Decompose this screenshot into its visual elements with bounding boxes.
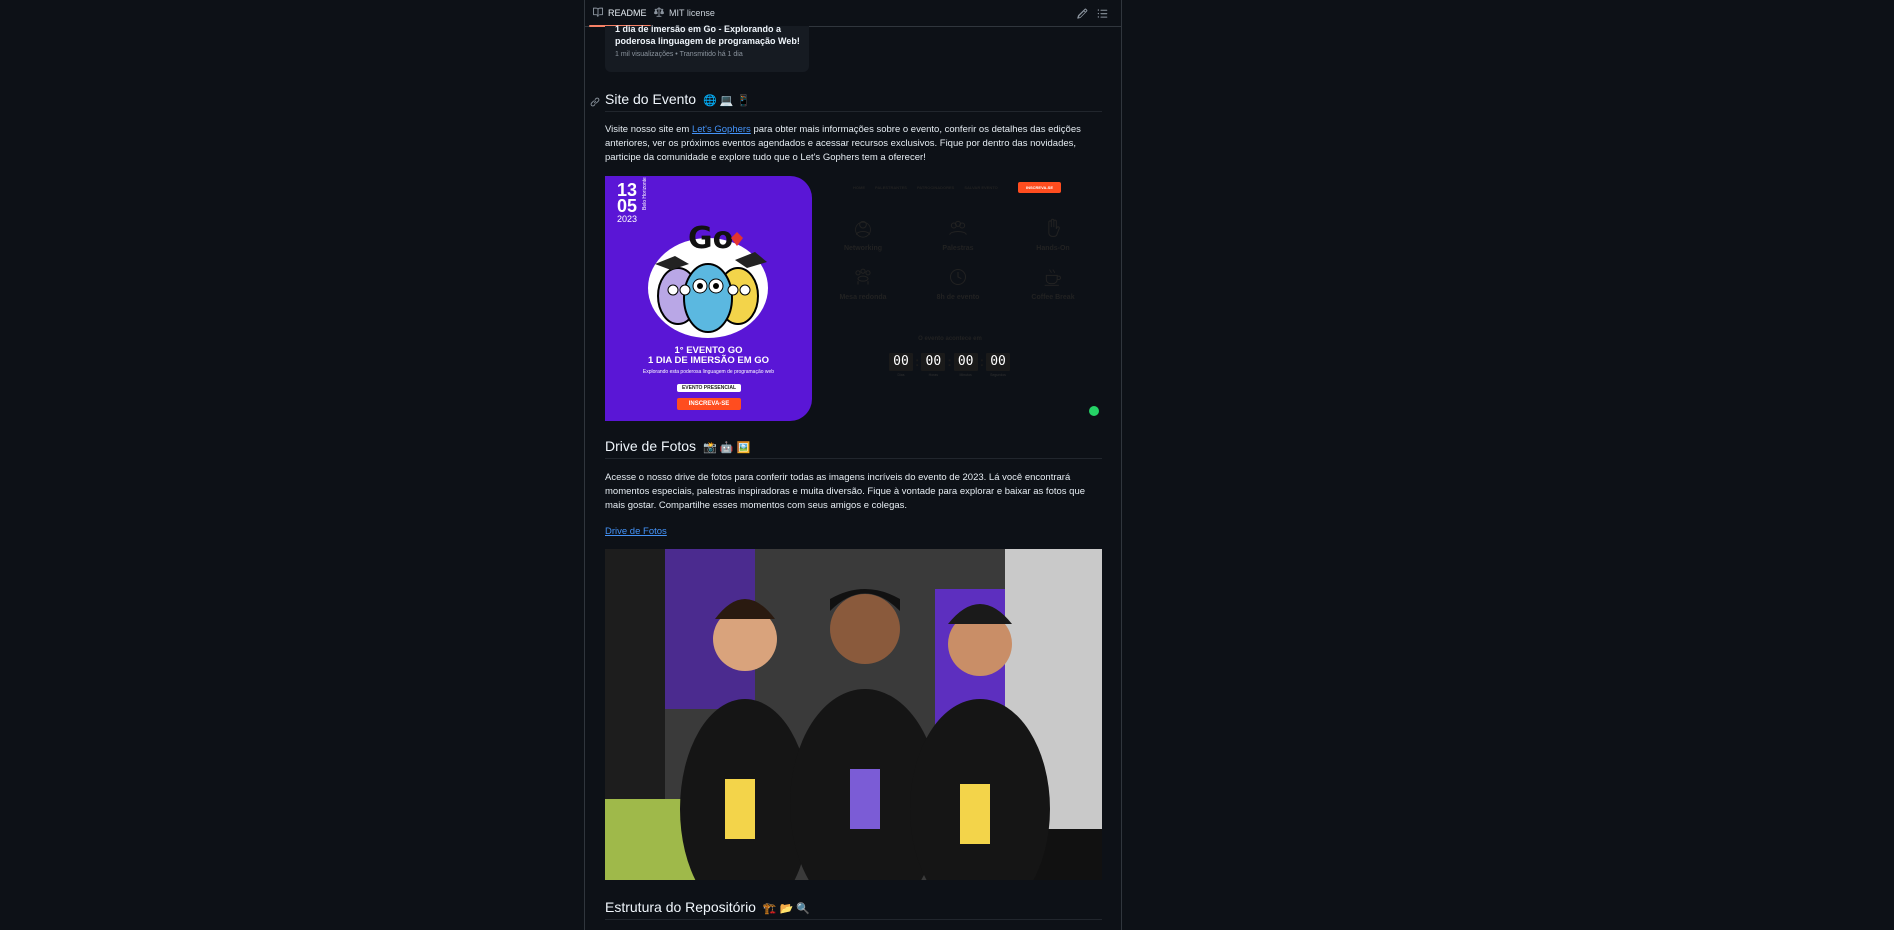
drive-link-paragraph: Drive de Fotos [605, 525, 1102, 539]
networking-icon [855, 220, 871, 238]
tab-license-label: MIT license [669, 8, 715, 18]
coffee-icon [1044, 269, 1061, 286]
banner-event-title: 1° EVENTO GO 1 DIA DE IMERSÃO EM GO [605, 346, 812, 366]
countdown-hours: 00 Horas [921, 353, 946, 377]
banner-nav-item: SALVAR EVENTO [964, 185, 998, 190]
repo-heading: Estrutura do Repositório 🏗️ 📂 🔍 [605, 899, 1102, 920]
video-title[interactable]: 1 dia de imersão em Go - Explorando a po… [615, 23, 805, 47]
feature-palestras: Palestras [923, 218, 993, 252]
anchor-link-icon[interactable] [590, 94, 600, 107]
countdown-label: Horas [928, 373, 939, 377]
law-icon [653, 7, 665, 19]
svg-text:Go: Go [688, 221, 733, 256]
countdown-label: Dias [897, 373, 905, 377]
whatsapp-icon [1089, 406, 1099, 416]
banner-date: 13 05 2023 [617, 181, 638, 224]
banner-event-line2: 1 DIA DE IMERSÃO EM GO [647, 355, 770, 366]
book-icon [593, 7, 603, 19]
site-heading-emojis: 🌐 💻 📱 [702, 94, 751, 107]
countdown-label: Segundos [990, 373, 1006, 377]
countdown-days: 00 Dias [889, 353, 913, 377]
countdown-digit: 00 [889, 353, 913, 371]
countdown-separator: : [979, 354, 985, 369]
feature-label: Palestras [942, 245, 974, 252]
banner-nav-item: PATROCINADORES [916, 185, 955, 190]
banner-presencial-badge: EVENTO PRESENCIAL [677, 384, 741, 392]
gopher-mascots-illustration: Go [648, 221, 768, 338]
drive-de-fotos-link[interactable]: Drive de Fotos [605, 526, 667, 537]
feature-hands-on: Hands-On [1018, 218, 1088, 252]
countdown-label: Minutos [959, 373, 972, 377]
repo-heading-text: Estrutura do Repositório [605, 899, 756, 915]
site-text-before: Visite nosso site em [605, 124, 692, 135]
countdown: 00 Dias : 00 Horas : 00 Minutos : 00 Seg… [889, 353, 1011, 377]
feature-coffee-break: Coffee Break [1018, 267, 1088, 301]
countdown-title: O evento acontece em [918, 336, 982, 342]
event-banner-image: 13 05 2023 Belo Horizonte Go 1° EVENTO G… [605, 176, 1102, 421]
banner-month: 05 [617, 196, 638, 216]
banner-nav-cta: INSCREVA-SE [1017, 182, 1061, 193]
event-group-photo [605, 549, 1102, 880]
countdown-minutes: 00 Minutos [953, 353, 978, 377]
feature-label: 8h de evento [936, 294, 980, 301]
countdown-digit: 00 [921, 353, 946, 371]
drive-heading-emojis: 📸 🤖 🖼️ [702, 441, 751, 454]
drive-heading: Drive de Fotos 📸 🤖 🖼️ [605, 438, 1102, 459]
banner-site-nav: HOME PALESTRANTES PATROCINADORES SALVAR … [805, 182, 1095, 193]
feature-label: Hands-On [1036, 245, 1070, 252]
clock-icon [950, 269, 966, 285]
countdown-digit: 00 [953, 353, 978, 371]
feature-networking: Networking [828, 218, 898, 252]
feature-label: Networking [843, 245, 883, 252]
feature-label: Coffee Break [1031, 294, 1075, 301]
hand-icon [1048, 218, 1060, 237]
banner-nav-item: HOME [853, 185, 865, 190]
banner-signup-button: INSCREVA-SE [677, 398, 741, 410]
video-meta: 1 mil visualizações • Transmitido há 1 d… [615, 51, 743, 58]
countdown-seconds: 00 Segundos [986, 353, 1011, 377]
video-card[interactable]: 1 dia de imersão em Go - Explorando a po… [605, 23, 809, 72]
site-heading-text: Site do Evento [605, 91, 697, 107]
people-icon [949, 220, 967, 235]
feature-8h-de-evento: 8h de evento [923, 267, 993, 301]
feature-label: Mesa redonda [839, 294, 887, 301]
tab-readme-label: README [608, 8, 647, 18]
lets-gophers-link[interactable]: Let's Gophers [692, 124, 751, 135]
banner-year: 2023 [617, 214, 638, 224]
site-paragraph: Visite nosso site em Let's Gophers para … [605, 123, 1102, 165]
countdown-separator: : [947, 354, 952, 369]
list-unordered-icon[interactable] [1097, 6, 1111, 20]
readme-panel: README MIT license 1 dia de imersão em G… [584, 0, 1122, 930]
banner-event-subtitle: Explorando esta poderosa linguagem de pr… [642, 369, 775, 375]
feature-mesa-redonda: Mesa redonda [828, 267, 898, 301]
drive-paragraph: Acesse o nosso drive de fotos para confe… [605, 472, 1086, 511]
repo-heading-emojis: 🏗️ 📂 🔍 [762, 902, 811, 915]
banner-left-panel: 13 05 2023 Belo Horizonte Go 1° EVENTO G… [605, 176, 812, 421]
countdown-separator: : [915, 354, 920, 369]
countdown-digit: 00 [986, 353, 1011, 371]
pencil-icon[interactable] [1077, 6, 1091, 20]
banner-nav-item: PALESTRANTES [875, 185, 907, 190]
drive-heading-text: Drive de Fotos [605, 438, 697, 454]
round-table-icon [855, 268, 871, 285]
site-heading: Site do Evento 🌐 💻 📱 [590, 91, 1102, 112]
